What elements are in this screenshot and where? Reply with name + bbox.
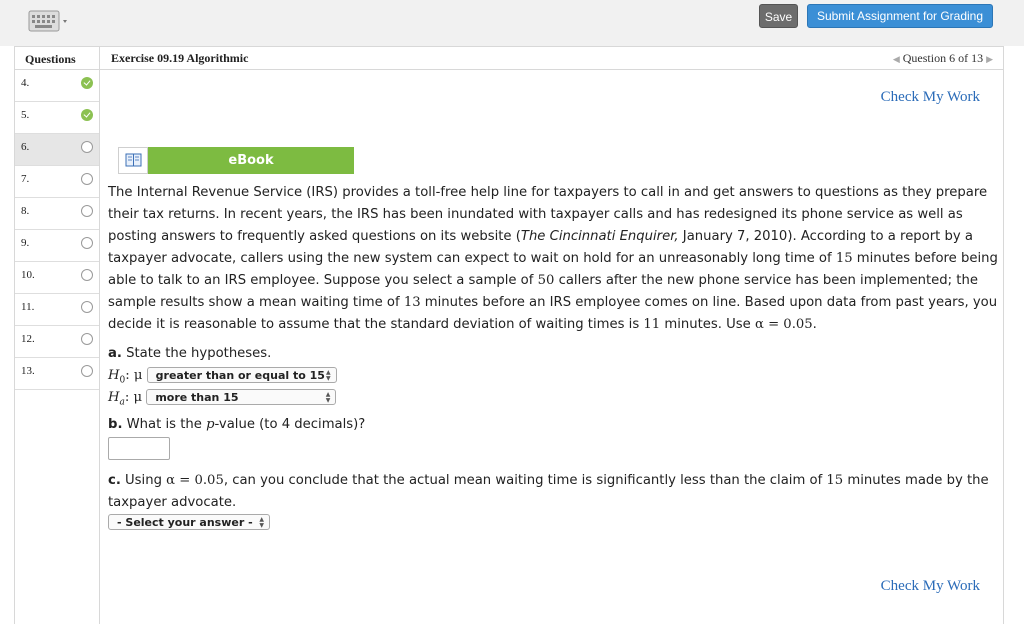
part-c-text: , can you conclude that the actual mean … [223, 473, 827, 488]
ebook-label: eBook [148, 147, 354, 174]
questions-sidebar: Questions 4. 5. 6. 7. 8. 9. 10. 11. 12. 13. [14, 46, 100, 624]
question-number: 8. [21, 205, 30, 217]
empty-circle-icon [81, 173, 93, 185]
question-number: 5. [21, 109, 30, 121]
alpha-value: α = 0.05 [166, 473, 224, 488]
mu-symbol: : μ [124, 390, 143, 405]
sample-size-value: 50 [537, 273, 555, 288]
question-number: 11. [21, 301, 35, 313]
empty-circle-icon [81, 301, 93, 313]
sidebar-question-item[interactable]: 4. [15, 70, 99, 102]
part-b-prompt: b. What is the p-value (to 4 decimals)? [108, 417, 365, 432]
checkmark-icon [81, 77, 93, 89]
alt-hypothesis-value: more than 15 [155, 391, 239, 404]
sidebar-question-item[interactable]: 10. [15, 262, 99, 294]
sidebar-question-item[interactable]: 11. [15, 294, 99, 326]
question-number: 7. [21, 173, 30, 185]
mu-symbol: : μ [125, 368, 143, 383]
prev-question-icon[interactable]: ◀ [893, 54, 900, 64]
sidebar-question-item[interactable]: 8. [15, 198, 99, 230]
book-icon [118, 147, 148, 174]
alpha-value: α = 0.05 [754, 317, 813, 332]
claimed-wait-value: 15 [835, 251, 853, 266]
question-list: 4. 5. 6. 7. 8. 9. 10. 11. 12. 13. [15, 70, 99, 390]
claimed-wait-value: 15 [826, 473, 844, 488]
question-number: 4. [21, 77, 30, 89]
part-b-label: b. [108, 417, 123, 432]
part-c-label: c. [108, 473, 121, 488]
prompt-text: . [812, 317, 817, 332]
select-arrows-icon: ▲ ▼ [325, 391, 331, 404]
question-number: 10. [21, 269, 35, 281]
sidebar-question-item[interactable]: 13. [15, 358, 99, 390]
checkmark-icon [81, 109, 93, 121]
question-prompt: The Internal Revenue Service (IRS) provi… [108, 182, 1000, 336]
conclusion-select[interactable]: - Select your answer - ▲ ▼ [108, 514, 270, 530]
null-hypothesis-select[interactable]: greater than or equal to 15 ▲ ▼ [146, 367, 337, 383]
ebook-button[interactable]: eBook [118, 147, 354, 174]
sidebar-question-item[interactable]: 5. [15, 102, 99, 134]
alt-hypothesis-select[interactable]: more than 15 ▲ ▼ [146, 389, 337, 405]
empty-circle-icon [81, 333, 93, 345]
top-toolbar: Save Submit Assignment for Grading [0, 0, 1024, 46]
question-number: 6. [21, 141, 30, 153]
alt-hypothesis-row: Ha: μ more than 15 ▲ ▼ [108, 389, 337, 408]
part-c-prompt-cont: taxpayer advocate. [108, 495, 237, 510]
exercise-header: Exercise 09.19 Algorithmic ◀ Question 6 … [100, 46, 1004, 70]
part-c-text: minutes made by the [843, 473, 989, 488]
part-c-row: - Select your answer - ▲ ▼ [108, 514, 270, 530]
std-dev-value: 11 [643, 317, 661, 332]
part-a-label: a. [108, 346, 122, 361]
question-number: 9. [21, 237, 30, 249]
question-number: 13. [21, 365, 35, 377]
part-a-text: State the hypotheses. [121, 346, 272, 361]
null-hypothesis-value: greater than or equal to 15 [155, 369, 325, 382]
empty-circle-icon [81, 205, 93, 217]
empty-circle-icon [81, 365, 93, 377]
empty-circle-icon [81, 141, 93, 153]
part-c-prompt: c. Using α = 0.05, can you conclude that… [108, 473, 989, 488]
empty-circle-icon [81, 237, 93, 249]
next-question-icon[interactable]: ▶ [986, 54, 993, 64]
source-citation: The Cincinnati Enquirer, [520, 229, 679, 244]
sidebar-question-item[interactable]: 12. [15, 326, 99, 358]
sidebar-header: Questions [15, 46, 99, 70]
check-my-work-link-top[interactable]: Check My Work [881, 89, 980, 106]
select-arrows-icon: ▲ ▼ [259, 516, 264, 529]
question-content: Check My Work eBook The Internal Revenue… [100, 70, 1004, 624]
save-button[interactable]: Save [759, 4, 798, 28]
sidebar-question-item[interactable]: 6. [15, 134, 99, 166]
null-hypothesis-row: H0: μ greater than or equal to 15 ▲ ▼ [108, 367, 337, 386]
part-b-text: -value (to 4 decimals)? [214, 417, 366, 432]
exercise-title: Exercise 09.19 Algorithmic [111, 51, 249, 65]
empty-circle-icon [81, 269, 93, 281]
part-a-prompt: a. State the hypotheses. [108, 346, 271, 361]
prompt-text: minutes. Use [660, 317, 755, 332]
question-number: 12. [21, 333, 35, 345]
keyboard-icon[interactable] [28, 8, 72, 36]
ha-symbol: H [108, 390, 120, 405]
part-c-text: Using [120, 473, 167, 488]
p-value-input[interactable] [108, 437, 170, 460]
submit-assignment-button[interactable]: Submit Assignment for Grading [807, 4, 993, 28]
p-symbol: p [206, 417, 215, 432]
question-position: Question 6 of 13 [902, 51, 984, 65]
sidebar-question-item[interactable]: 7. [15, 166, 99, 198]
h0-symbol: H [108, 368, 120, 383]
part-b-text: What is the [122, 417, 207, 432]
conclusion-value: - Select your answer - [117, 516, 253, 529]
question-navigator: ◀ Question 6 of 13 ▶ [893, 47, 993, 70]
sidebar-question-item[interactable]: 9. [15, 230, 99, 262]
select-arrows-icon: ▲ ▼ [326, 369, 331, 382]
check-my-work-link-bottom[interactable]: Check My Work [881, 578, 980, 595]
sample-mean-value: 13 [403, 295, 421, 310]
